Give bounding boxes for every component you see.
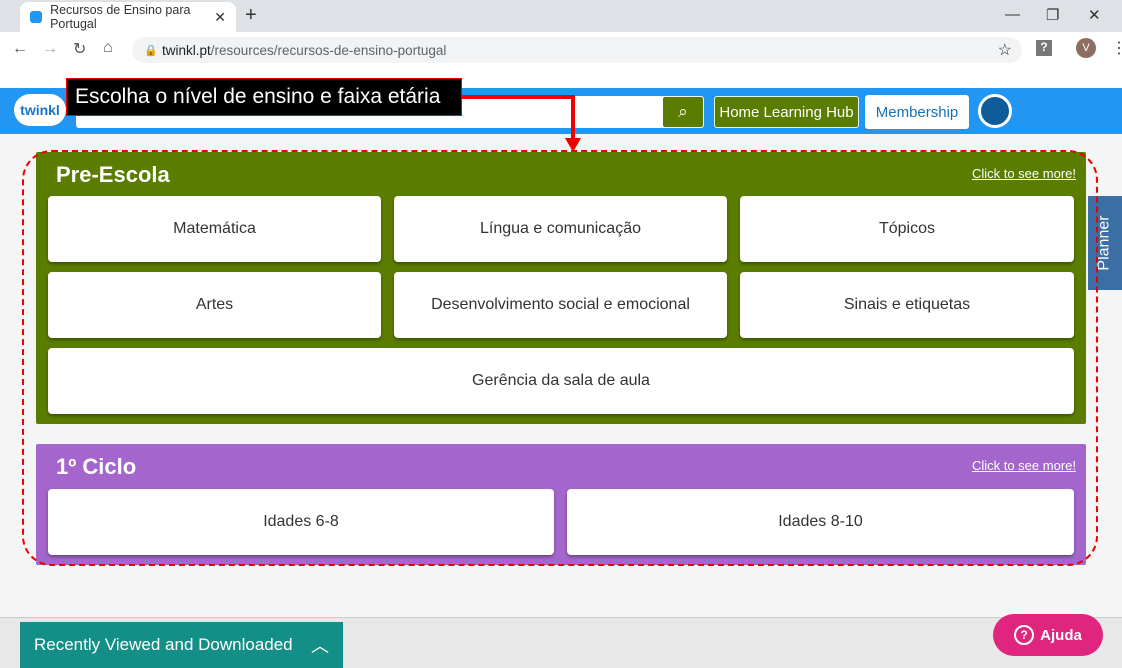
annotation-arrow	[462, 95, 581, 152]
